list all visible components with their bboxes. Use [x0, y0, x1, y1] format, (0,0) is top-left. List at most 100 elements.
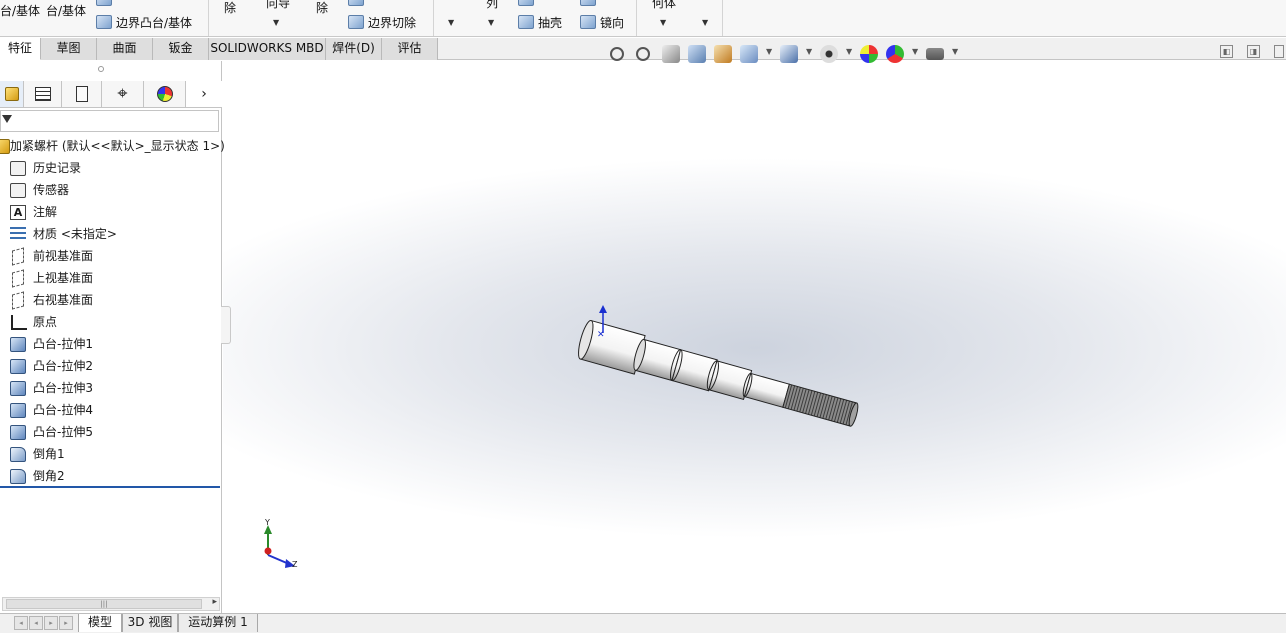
- tree-item-label: 凸台-拉伸2: [33, 359, 93, 373]
- zoom-to-area-icon[interactable]: [636, 47, 650, 61]
- zoom-to-fit-icon[interactable]: [610, 47, 624, 61]
- tree-item-top-plane[interactable]: 上视基准面: [0, 267, 222, 289]
- next-tab-arrow[interactable]: ▸: [44, 616, 58, 630]
- task-pane-icon[interactable]: [1274, 45, 1284, 58]
- tree-root-part[interactable]: 加紧螺杆 (默认<<默认>_显示状态 1>): [0, 135, 225, 157]
- shell-button[interactable]: 抽壳: [518, 14, 562, 31]
- feature-manager-tab[interactable]: [0, 81, 24, 107]
- previous-view-icon[interactable]: [662, 45, 680, 63]
- triad-y-label: Y: [264, 518, 270, 527]
- apply-scene-icon[interactable]: [886, 45, 904, 63]
- view-triad[interactable]: Y Z: [264, 518, 298, 569]
- view-orientation-dropdown[interactable]: ▼: [766, 47, 772, 56]
- view-settings-dropdown[interactable]: ▼: [952, 47, 958, 56]
- tree-item-annotations[interactable]: A 注解: [0, 201, 222, 223]
- hide-show-dropdown[interactable]: ▼: [846, 47, 852, 56]
- tree-item-material[interactable]: 材质 <未指定>: [0, 223, 222, 245]
- tab-surfaces[interactable]: 曲面: [97, 38, 153, 60]
- display-style-icon[interactable]: [780, 45, 798, 63]
- tree-item-origin[interactable]: 原点: [0, 311, 222, 333]
- curves-dropdown[interactable]: ▼: [702, 18, 708, 27]
- tab-sketch[interactable]: 草图: [41, 38, 97, 60]
- screw-part[interactable]: [576, 319, 862, 434]
- revolved-boss-button[interactable]: 台/基体: [46, 2, 86, 19]
- loft-boss-icon[interactable]: [96, 0, 116, 7]
- ribbon-separator: [722, 0, 723, 36]
- tab-features[interactable]: 特征: [0, 38, 41, 60]
- swept-cut-icon[interactable]: [348, 0, 368, 7]
- boss-base-button[interactable]: 台/基体: [0, 2, 40, 19]
- mirror-button[interactable]: 镜向: [580, 14, 624, 31]
- boundary-boss-button[interactable]: 边界凸台/基体: [96, 14, 192, 31]
- boundary-boss-icon: [96, 15, 112, 29]
- apply-scene-dropdown[interactable]: ▼: [912, 47, 918, 56]
- view-settings-icon[interactable]: [926, 48, 944, 60]
- scrollbar-thumb[interactable]: |||: [6, 599, 202, 609]
- ribbon-separator: [636, 0, 637, 36]
- tree-item-sensors[interactable]: 传感器: [0, 179, 222, 201]
- tree-filter-input[interactable]: [0, 110, 219, 132]
- boundary-cut-button[interactable]: 边界切除: [348, 14, 416, 31]
- hide-show-items-icon[interactable]: [820, 45, 838, 63]
- tree-item-extrude4[interactable]: 凸台-拉伸4: [0, 399, 222, 421]
- graphics-area[interactable]: ✕ Y Z: [223, 61, 1286, 613]
- edit-appearance-icon[interactable]: [860, 45, 878, 63]
- panel-collapse-handle[interactable]: [221, 306, 231, 344]
- tree-item-history[interactable]: 历史记录: [0, 157, 222, 179]
- expand-icon[interactable]: ◨: [1247, 45, 1260, 58]
- last-tab-arrow[interactable]: ▸: [59, 616, 73, 630]
- rollback-bar[interactable]: [0, 486, 220, 488]
- first-tab-arrow[interactable]: ◂: [14, 616, 28, 630]
- linear-pattern-button[interactable]: 列: [486, 0, 498, 11]
- plane-icon: [12, 269, 24, 288]
- tree-item-extrude5[interactable]: 凸台-拉伸5: [0, 421, 222, 443]
- hole-wizard-dropdown[interactable]: ▼: [273, 18, 279, 27]
- ribbon-separator: [433, 0, 434, 36]
- tree-item-right-plane[interactable]: 右视基准面: [0, 289, 222, 311]
- tab-weldments[interactable]: 焊件(D): [326, 38, 382, 60]
- extrude-icon: [10, 381, 26, 396]
- tree-item-extrude2[interactable]: 凸台-拉伸2: [0, 355, 222, 377]
- tree-item-chamfer1[interactable]: 倒角1: [0, 443, 222, 465]
- tree-item-front-plane[interactable]: 前视基准面: [0, 245, 222, 267]
- display-manager-tab[interactable]: [144, 81, 186, 107]
- display-style-dropdown[interactable]: ▼: [806, 47, 812, 56]
- tab-mbd[interactable]: SOLIDWORKS MBD: [209, 38, 326, 60]
- panel-grip-icon[interactable]: [98, 66, 104, 72]
- scroll-right-arrow[interactable]: ▸: [212, 597, 217, 607]
- restore-icon[interactable]: ◧: [1220, 45, 1233, 58]
- property-manager-tab[interactable]: [24, 81, 62, 107]
- revolved-cut-button[interactable]: 除: [316, 0, 328, 16]
- boundary-cut-icon: [348, 15, 364, 29]
- tree-item-chamfer2[interactable]: 倒角2: [0, 465, 222, 487]
- tab-3d-view[interactable]: 3D 视图: [122, 614, 178, 632]
- tree-item-extrude3[interactable]: 凸台-拉伸3: [0, 377, 222, 399]
- tab-sheet-metal[interactable]: 钣金: [153, 38, 209, 60]
- shell-icon: [518, 15, 534, 29]
- more-tabs-arrow[interactable]: ›: [186, 81, 222, 107]
- plane-icon: [12, 291, 24, 310]
- configuration-manager-tab[interactable]: [62, 81, 102, 107]
- fillet-dropdown[interactable]: ▼: [448, 18, 454, 27]
- tab-model[interactable]: 模型: [78, 614, 122, 632]
- section-view-icon[interactable]: [688, 45, 706, 63]
- wrap-icon[interactable]: [580, 0, 600, 7]
- tab-evaluate[interactable]: 评估: [382, 38, 438, 60]
- view-orientation-icon[interactable]: [740, 45, 758, 63]
- hole-wizard-button[interactable]: 向导: [266, 0, 290, 11]
- annotation-icon: A: [10, 205, 26, 220]
- reference-geometry-dropdown[interactable]: ▼: [660, 18, 666, 27]
- rib-icon[interactable]: [518, 0, 538, 7]
- tab-motion-study[interactable]: 运动算例 1: [178, 614, 258, 632]
- prev-tab-arrow[interactable]: ◂: [29, 616, 43, 630]
- history-icon: [10, 161, 26, 176]
- tree-item-extrude1[interactable]: 凸台-拉伸1: [0, 333, 222, 355]
- tree-horizontal-scrollbar[interactable]: ||| ▸: [2, 597, 220, 611]
- extruded-cut-button[interactable]: 除: [224, 0, 236, 16]
- dimxpert-manager-tab[interactable]: ⌖: [102, 81, 144, 107]
- boundary-boss-label: 边界凸台/基体: [116, 16, 193, 30]
- pattern-dropdown[interactable]: ▼: [488, 18, 494, 27]
- tree-item-label: 历史记录: [33, 161, 82, 175]
- dynamic-annotation-icon[interactable]: [714, 45, 732, 63]
- reference-geometry-button[interactable]: 何体: [652, 0, 676, 11]
